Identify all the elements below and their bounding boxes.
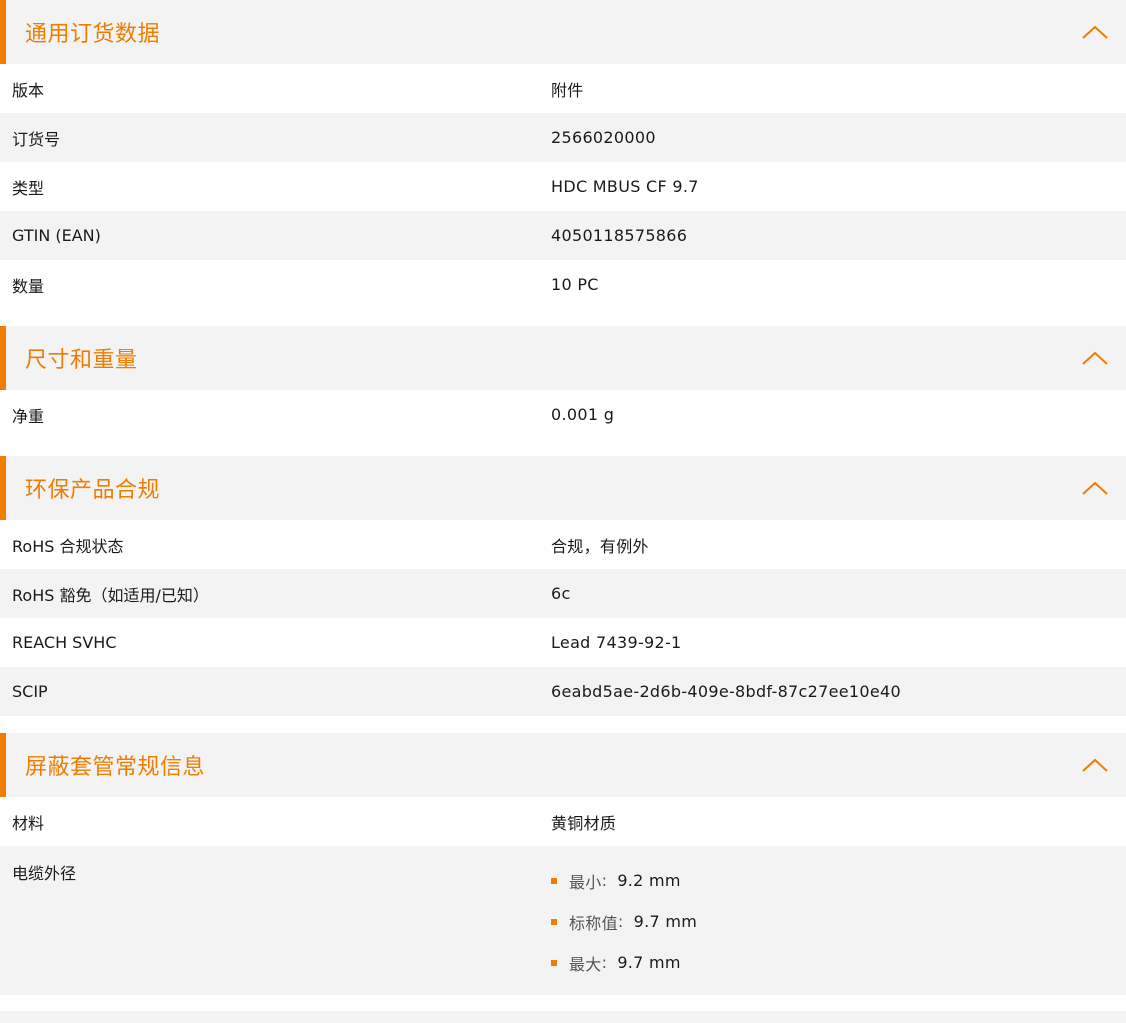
list-item-value: 9.2 mm <box>617 871 681 890</box>
row-value: 合规，有例外 <box>551 536 649 556</box>
list-item: 标称值: 9.7 mm <box>551 901 1126 942</box>
row-label: GTIN (EAN) <box>12 226 101 245</box>
row-value: 附件 <box>551 80 584 100</box>
section-title: 通用订货数据 <box>25 22 161 47</box>
row-label: 版本 <box>12 80 45 100</box>
section-rows: 净重 0.001 g <box>0 390 1126 439</box>
row-value: 6c <box>551 584 571 603</box>
list-item-name: 最小 <box>569 872 602 892</box>
row-value-list: 最小: 9.2 mm 标称值: 9.7 mm 最大: 9.7 mm <box>539 860 1126 983</box>
row-label: 类型 <box>12 178 45 198</box>
row-label: 电缆外径 <box>12 864 77 883</box>
table-row: 净重 0.001 g <box>0 390 1126 439</box>
table-row: 材料 黄铜材质 <box>0 797 1126 846</box>
list-item: 最小: 9.2 mm <box>551 860 1126 901</box>
section-environmental-compliance: 环保产品合规 RoHS 合规状态 合规，有例外 RoHS 豁免（如适用/已知） … <box>0 456 1126 716</box>
section-shield-sleeve-info: 屏蔽套管常规信息 材料 黄铜材质 电缆外径 最小: 9.2 mm 标称值: 9… <box>0 733 1126 995</box>
row-label: 材料 <box>12 813 45 833</box>
table-row: 版本 附件 <box>0 64 1126 113</box>
row-label: RoHS 豁免（如适用/已知） <box>12 585 209 605</box>
section-title: 环保产品合规 <box>25 478 161 503</box>
row-label: 订货号 <box>12 129 61 149</box>
table-row: GTIN (EAN) 4050118575866 <box>0 211 1126 260</box>
section-header-general-order-data[interactable]: 通用订货数据 <box>0 0 1126 64</box>
list-item-name: 最大 <box>569 954 602 974</box>
chevron-up-icon[interactable] <box>1080 348 1110 368</box>
table-row: SCIP 6eabd5ae-2d6b-409e-8bdf-87c27ee10e4… <box>0 667 1126 716</box>
section-dimensions-weight: 尺寸和重量 净重 0.001 g <box>0 326 1126 439</box>
list-item-value: 9.7 mm <box>633 912 698 931</box>
section-rows: RoHS 合规状态 合规，有例外 RoHS 豁免（如适用/已知） 6c REAC… <box>0 520 1126 716</box>
table-row: RoHS 豁免（如适用/已知） 6c <box>0 569 1126 618</box>
bullet-icon <box>551 959 557 966</box>
chevron-up-icon[interactable] <box>1080 755 1110 775</box>
cable-diameter-list: 最小: 9.2 mm 标称值: 9.7 mm 最大: 9.7 mm <box>551 860 1126 983</box>
row-value: Lead 7439-92-1 <box>551 633 682 652</box>
table-row: 订货号 2566020000 <box>0 113 1126 162</box>
chevron-up-icon[interactable] <box>1080 22 1110 42</box>
section-header-shield-sleeve-info[interactable]: 屏蔽套管常规信息 <box>0 733 1126 797</box>
table-row: 类型 HDC MBUS CF 9.7 <box>0 162 1126 211</box>
section-title: 尺寸和重量 <box>25 348 138 373</box>
table-row: RoHS 合规状态 合规，有例外 <box>0 520 1126 569</box>
section-rows: 版本 附件 订货号 2566020000 类型 HDC MBUS CF 9.7 … <box>0 64 1126 309</box>
section-rows: 材料 黄铜材质 电缆外径 最小: 9.2 mm 标称值: 9.7 mm 最大:… <box>0 797 1126 995</box>
row-value: HDC MBUS CF 9.7 <box>551 177 699 196</box>
section-header-dimensions-weight[interactable]: 尺寸和重量 <box>0 326 1126 390</box>
chevron-up-icon[interactable] <box>1080 478 1110 498</box>
row-value: 0.001 g <box>551 405 615 424</box>
table-row: 电缆外径 最小: 9.2 mm 标称值: 9.7 mm 最大: 9.7 mm <box>0 846 1126 995</box>
list-item-value: 9.7 mm <box>617 953 681 972</box>
row-label: RoHS 合规状态 <box>12 536 124 556</box>
table-row: REACH SVHC Lead 7439-92-1 <box>0 618 1126 667</box>
row-value: 10 PC <box>551 275 599 294</box>
row-label: 数量 <box>12 276 45 296</box>
row-label: SCIP <box>12 682 48 701</box>
section-title: 屏蔽套管常规信息 <box>25 755 206 780</box>
section-header-environmental-compliance[interactable]: 环保产品合规 <box>0 456 1126 520</box>
next-section-edge <box>0 1011 1126 1023</box>
row-value: 6eabd5ae-2d6b-409e-8bdf-87c27ee10e40 <box>551 682 901 701</box>
list-item: 最大: 9.7 mm <box>551 942 1126 983</box>
table-row: 数量 10 PC <box>0 260 1126 309</box>
row-label: REACH SVHC <box>12 633 117 652</box>
row-value: 黄铜材质 <box>551 813 617 833</box>
bullet-icon <box>551 877 557 884</box>
list-item-name: 标称值 <box>569 913 618 933</box>
row-value: 4050118575866 <box>551 226 688 245</box>
row-label: 净重 <box>12 406 45 426</box>
bullet-icon <box>551 918 557 925</box>
section-general-order-data: 通用订货数据 版本 附件 订货号 2566020000 类型 HDC MBUS … <box>0 0 1126 309</box>
row-value: 2566020000 <box>551 128 656 147</box>
